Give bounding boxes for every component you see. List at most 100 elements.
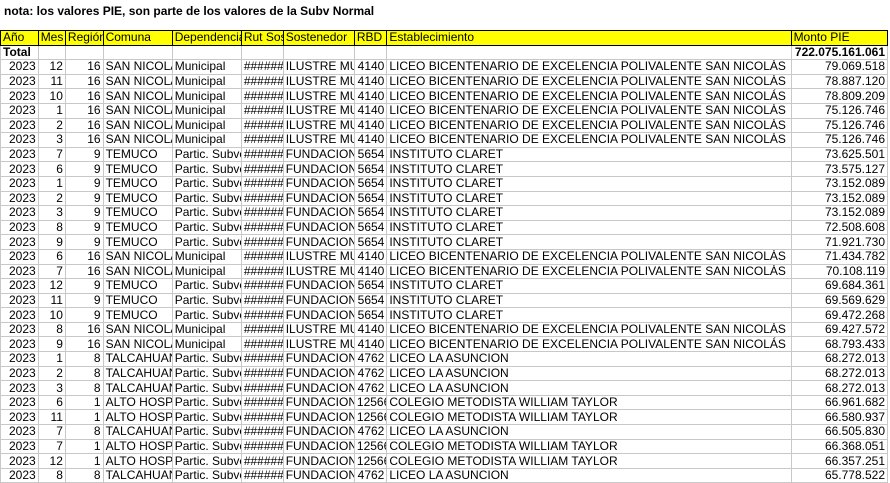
cell-region[interactable]: 16	[64, 59, 104, 75]
cell-sostenedor[interactable]: FUNDACION	[282, 409, 355, 426]
header-cell-establecimiento[interactable]: Establecimiento	[386, 30, 792, 46]
header-cell-rbd[interactable]: RBD	[353, 30, 388, 46]
header-cell-ano[interactable]: Año	[0, 30, 39, 46]
cell-establecimiento[interactable]: INSTITUTO CLARET	[386, 307, 792, 323]
cell-rut-sost[interactable]: #######	[240, 132, 284, 148]
cell-rut-sost[interactable]: #######	[240, 453, 284, 469]
cell-dependencia[interactable]: Municipal	[171, 263, 242, 280]
cell-rbd[interactable]: 5654	[353, 234, 388, 250]
cell-rut-sost[interactable]: #######	[240, 248, 284, 265]
cell-region[interactable]: 9	[64, 292, 104, 309]
cell-mes[interactable]: 10	[37, 88, 66, 104]
header-cell-sostenedor[interactable]: Sostenedor	[282, 30, 355, 46]
cell-mes[interactable]: 6	[37, 161, 66, 177]
cell-rbd[interactable]: 5654	[353, 205, 388, 221]
cell-sostenedor[interactable]: ILUSTRE MU	[282, 132, 355, 148]
cell-sostenedor[interactable]: FUNDACION	[282, 467, 355, 483]
cell-dependencia[interactable]: Partic. Subve	[171, 219, 242, 236]
cell-mes[interactable]: 3	[37, 205, 66, 221]
header-cell-dependencia[interactable]: Dependencia	[171, 30, 242, 46]
cell-mes[interactable]: 3	[37, 132, 66, 148]
cell-monto-pie[interactable]: 73.152.089	[790, 175, 889, 192]
cell-ano[interactable]: 2023	[0, 59, 39, 75]
cell-monto-pie[interactable]: 68.793.433	[790, 336, 889, 353]
cell-ano[interactable]: 2023	[0, 351, 39, 367]
cell-sostenedor[interactable]: FUNDACION	[282, 307, 355, 323]
cell-rbd[interactable]: 4140	[353, 117, 388, 134]
cell-monto-pie[interactable]: 73.625.501	[790, 146, 889, 163]
cell-sostenedor[interactable]: FUNDACION	[282, 175, 355, 192]
cell-establecimiento[interactable]: LICEO BICENTENARIO DE EXCELENCIA POLIVAL…	[386, 248, 792, 265]
cell-mes[interactable]: 11	[37, 409, 66, 426]
cell-rut-sost[interactable]: #######	[240, 321, 284, 338]
cell[interactable]	[386, 44, 792, 61]
cell-sostenedor[interactable]: ILUSTRE MU	[282, 336, 355, 353]
cell-sostenedor[interactable]: FUNDACION	[282, 190, 355, 207]
cell-region[interactable]: 16	[64, 88, 104, 104]
cell-comuna[interactable]: TEMUCO	[102, 234, 173, 250]
cell-monto-pie[interactable]: 68.272.013	[790, 351, 889, 367]
cell-comuna[interactable]: TEMUCO	[102, 219, 173, 236]
cell-establecimiento[interactable]: LICEO BICENTENARIO DE EXCELENCIA POLIVAL…	[386, 88, 792, 104]
cell-monto-pie[interactable]: 69.472.268	[790, 307, 889, 323]
cell-monto-pie[interactable]: 75.126.746	[790, 102, 889, 119]
cell-rut-sost[interactable]: #######	[240, 88, 284, 104]
cell-mes[interactable]: 9	[37, 336, 66, 353]
cell-comuna[interactable]: TEMUCO	[102, 161, 173, 177]
cell-region[interactable]: 1	[64, 453, 104, 469]
cell-sostenedor[interactable]: FUNDACION	[282, 438, 355, 455]
cell-rbd[interactable]: 4140	[353, 102, 388, 119]
cell-region[interactable]: 9	[64, 161, 104, 177]
cell-establecimiento[interactable]: INSTITUTO CLARET	[386, 161, 792, 177]
cell-ano[interactable]: 2023	[0, 205, 39, 221]
cell-rbd[interactable]: 4140	[353, 73, 388, 90]
cell-establecimiento[interactable]: LICEO BICENTENARIO DE EXCELENCIA POLIVAL…	[386, 102, 792, 119]
cell-comuna[interactable]: TALCAHUAN	[102, 467, 173, 483]
cell-monto-pie[interactable]: 68.272.013	[790, 380, 889, 396]
cell-rut-sost[interactable]: #######	[240, 59, 284, 75]
cell-establecimiento[interactable]: LICEO LA ASUNCION	[386, 424, 792, 440]
cell-ano[interactable]: 2023	[0, 365, 39, 382]
cell-sostenedor[interactable]: FUNDACION	[282, 292, 355, 309]
cell-rbd[interactable]: 5654	[353, 190, 388, 207]
header-cell-monto-pie[interactable]: Monto PIE	[790, 30, 889, 46]
cell-comuna[interactable]: ALTO HOSPI	[102, 438, 173, 455]
cell-mes[interactable]: 3	[37, 380, 66, 396]
cell-region[interactable]: 9	[64, 234, 104, 250]
cell-establecimiento[interactable]: INSTITUTO CLARET	[386, 278, 792, 294]
cell-ano[interactable]: 2023	[0, 73, 39, 90]
cell-mes[interactable]: 10	[37, 307, 66, 323]
cell-mes[interactable]: 6	[37, 248, 66, 265]
cell-establecimiento[interactable]: LICEO BICENTENARIO DE EXCELENCIA POLIVAL…	[386, 132, 792, 148]
cell-rbd[interactable]: 4762	[353, 424, 388, 440]
cell-mes[interactable]: 11	[37, 73, 66, 90]
cell-ano[interactable]: 2023	[0, 234, 39, 250]
cell-comuna[interactable]: ALTO HOSPI	[102, 453, 173, 469]
cell-monto-pie[interactable]: 66.961.682	[790, 394, 889, 411]
cell-sostenedor[interactable]: ILUSTRE MU	[282, 263, 355, 280]
cell-dependencia[interactable]: Partic. Subve	[171, 380, 242, 396]
cell-monto-pie[interactable]: 75.126.746	[790, 117, 889, 134]
cell-ano[interactable]: 2023	[0, 190, 39, 207]
cell[interactable]	[64, 44, 104, 61]
cell-rut-sost[interactable]: #######	[240, 365, 284, 382]
header-cell-region[interactable]: Región	[64, 30, 104, 46]
cell-establecimiento[interactable]: INSTITUTO CLARET	[386, 219, 792, 236]
cell-establecimiento[interactable]: INSTITUTO CLARET	[386, 175, 792, 192]
cell-rbd[interactable]: 4762	[353, 467, 388, 483]
cell-sostenedor[interactable]: FUNDACION	[282, 453, 355, 469]
cell-monto-pie[interactable]: 79.069.518	[790, 59, 889, 75]
cell-region[interactable]: 16	[64, 336, 104, 353]
cell-monto-pie[interactable]: 69.427.572	[790, 321, 889, 338]
cell-mes[interactable]: 7	[37, 438, 66, 455]
cell-sostenedor[interactable]: ILUSTRE MU	[282, 102, 355, 119]
cell-mes[interactable]: 2	[37, 117, 66, 134]
cell-ano[interactable]: 2023	[0, 175, 39, 192]
cell-dependencia[interactable]: Municipal	[171, 117, 242, 134]
cell-comuna[interactable]: TEMUCO	[102, 146, 173, 163]
cell-rut-sost[interactable]: #######	[240, 409, 284, 426]
cell-region[interactable]: 8	[64, 380, 104, 396]
cell-dependencia[interactable]: Partic. Subve	[171, 438, 242, 455]
cell-region[interactable]: 16	[64, 102, 104, 119]
cell-rbd[interactable]: 12566	[353, 438, 388, 455]
